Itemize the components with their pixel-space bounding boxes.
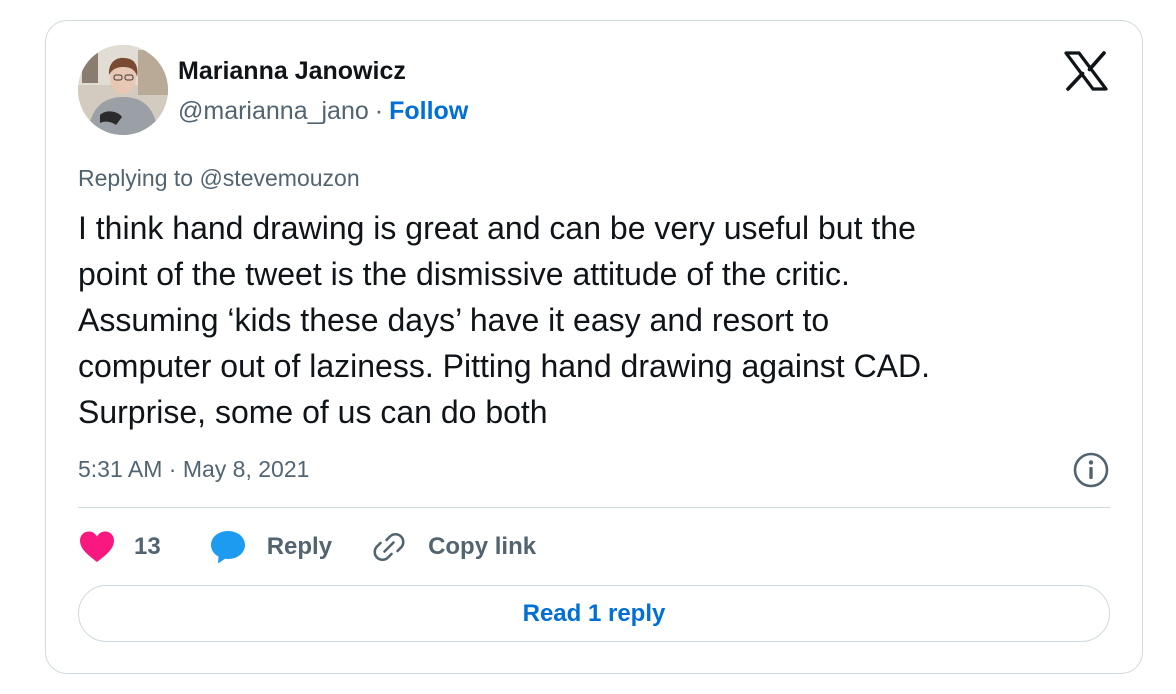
x-logo-icon[interactable]	[1064, 51, 1108, 91]
avatar-photo	[78, 45, 168, 135]
copy-link-button[interactable]: Copy link	[372, 530, 536, 564]
author-handle-row: @marianna_jano · Follow	[178, 97, 468, 126]
tweet-text-line: computer out of laziness. Pitting hand d…	[78, 348, 931, 384]
tweet-text-line: Surprise, some of us can do both	[78, 394, 548, 430]
tweet-actions: 13 Reply Copy link	[78, 527, 536, 567]
avatar[interactable]	[78, 45, 168, 135]
info-icon[interactable]	[1072, 451, 1110, 489]
reply-bubble-icon	[210, 531, 245, 564]
heart-icon	[80, 531, 114, 562]
tweet-text-line: point of the tweet is the dismissive att…	[78, 256, 850, 292]
copy-link-label: Copy link	[428, 533, 537, 560]
like-button[interactable]: 13	[78, 530, 161, 564]
handle-separator: ·	[374, 97, 384, 125]
read-replies-button[interactable]: Read 1 reply	[78, 585, 1110, 642]
like-count: 13	[134, 533, 161, 560]
reply-button[interactable]: Reply	[209, 529, 332, 565]
author-display-name[interactable]: Marianna Janowicz	[178, 57, 406, 86]
author-handle[interactable]: @marianna_jano	[178, 97, 369, 125]
tweet-text-line: Assuming ‘kids these days’ have it easy …	[78, 302, 830, 338]
link-icon	[373, 532, 405, 562]
replying-to[interactable]: Replying to @stevemouzon	[78, 165, 360, 192]
tweet-card: Marianna Janowicz @marianna_jano · Follow …	[45, 20, 1143, 674]
divider	[78, 507, 1110, 508]
follow-button[interactable]: Follow	[389, 97, 468, 125]
tweet-text: I think hand drawing is great and can be…	[78, 205, 1118, 435]
tweet-timestamp[interactable]: 5:31 AM · May 8, 2021	[78, 456, 309, 483]
reply-label: Reply	[266, 533, 333, 560]
tweet-text-line: I think hand drawing is great and can be…	[78, 210, 916, 246]
